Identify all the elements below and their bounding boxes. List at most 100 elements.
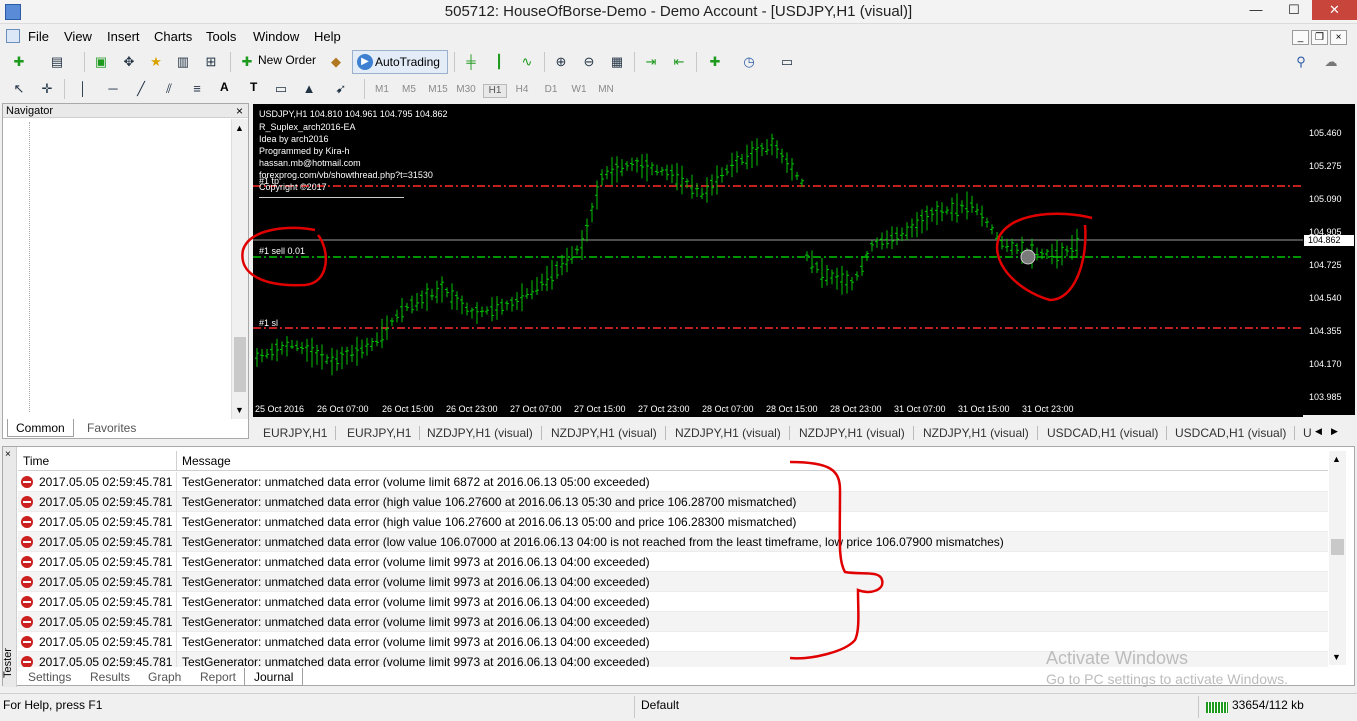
tf-m15[interactable]: M15 xyxy=(426,84,450,96)
tf-h1[interactable]: H1 xyxy=(483,84,507,98)
chart-tab[interactable]: NZDJPY,H1 (visual) xyxy=(799,426,914,440)
menu-view[interactable]: View xyxy=(64,29,92,44)
trendline-icon[interactable]: ╱ xyxy=(130,78,152,100)
chart-tab[interactable]: EURJPY,H1 xyxy=(347,426,421,440)
tab-report[interactable]: Report xyxy=(191,668,245,686)
tf-m5[interactable]: M5 xyxy=(397,84,421,96)
chart-tab[interactable]: NZDJPY,H1 (visual) xyxy=(427,426,542,440)
new-chart-icon[interactable]: ✚ xyxy=(8,51,30,73)
equidistant-channel-icon[interactable]: ⫽ xyxy=(158,78,180,100)
menu-help[interactable]: Help xyxy=(314,29,341,44)
menu-window[interactable]: Window xyxy=(253,29,299,44)
chart-tab[interactable]: NZDJPY,H1 (visual) xyxy=(551,426,666,440)
tf-m30[interactable]: M30 xyxy=(454,84,478,96)
tab-settings[interactable]: Settings xyxy=(19,668,80,686)
autotrading-label: AutoTrading xyxy=(375,55,440,69)
bar-chart-icon[interactable]: ╪ xyxy=(460,51,482,73)
tf-m1[interactable]: M1 xyxy=(370,84,394,96)
journal-row[interactable]: 2017.05.05 02:59:45.781 TestGenerator: un… xyxy=(18,512,1328,532)
chart-tab[interactable]: NZDJPY,H1 (visual) xyxy=(923,426,1038,440)
arrows-icon[interactable]: ▭ xyxy=(270,78,292,100)
journal-row[interactable]: 2017.05.05 02:59:45.781 TestGenerator: un… xyxy=(18,572,1328,592)
new-order-icon[interactable]: ✚ xyxy=(236,51,258,73)
line-chart-icon[interactable]: ∿ xyxy=(516,51,538,73)
journal-row[interactable]: 2017.05.05 02:59:45.781 TestGenerator: un… xyxy=(18,552,1328,572)
tab-journal[interactable]: Journal xyxy=(244,668,304,686)
tester-close-icon[interactable]: × xyxy=(5,449,11,460)
scroll-down-icon[interactable]: ▼ xyxy=(1332,652,1341,662)
strategy-tester-icon[interactable]: ⊞ xyxy=(200,51,222,73)
profiles-icon[interactable]: ▤ xyxy=(46,51,68,73)
price-tick: 104.540 xyxy=(1309,293,1342,303)
navigator-scrollbar[interactable]: ▲ ▼ xyxy=(231,119,248,419)
col-time[interactable]: Time xyxy=(23,454,49,468)
metaeditor-icon[interactable]: ◆ xyxy=(325,51,347,73)
zoom-in-icon[interactable]: ⊕ xyxy=(550,51,572,73)
tile-windows-icon[interactable]: ▦ xyxy=(606,51,628,73)
mdi-close-button[interactable]: × xyxy=(1330,30,1347,45)
journal-row[interactable]: 2017.05.05 02:59:45.781 TestGenerator: un… xyxy=(18,532,1328,552)
data-window-icon[interactable]: ✥ xyxy=(118,51,140,73)
scroll-thumb[interactable] xyxy=(1331,539,1344,555)
chart-tab[interactable]: EURJPY,H1 xyxy=(263,426,337,440)
auto-scroll-icon[interactable]: ⇥ xyxy=(640,51,662,73)
templates-icon[interactable]: ▭ xyxy=(776,51,798,73)
mdi-minimize-button[interactable]: _ xyxy=(1292,30,1309,45)
tab-scroll-right-icon[interactable]: ▶ xyxy=(1331,426,1338,437)
cursor-icon[interactable]: ↖ xyxy=(8,78,30,100)
scroll-up-icon[interactable]: ▲ xyxy=(1332,454,1341,464)
chat-icon[interactable]: ☁ xyxy=(1320,51,1342,73)
tf-mn[interactable]: MN xyxy=(594,84,618,96)
journal-row[interactable]: 2017.05.05 02:59:45.781 TestGenerator: un… xyxy=(18,612,1328,632)
col-message[interactable]: Message xyxy=(182,454,231,468)
chart-shift-icon[interactable]: ⇤ xyxy=(668,51,690,73)
market-watch-icon[interactable]: ▣ xyxy=(90,51,112,73)
navigator-close-icon[interactable]: × xyxy=(236,104,243,118)
candlestick-icon[interactable]: ┃ xyxy=(488,51,510,73)
tf-h4[interactable]: H4 xyxy=(510,84,534,96)
scroll-down-icon[interactable]: ▼ xyxy=(235,405,244,415)
tab-favorites[interactable]: Favorites xyxy=(79,419,144,437)
indicators-icon[interactable]: ✚ xyxy=(704,51,726,73)
close-button[interactable]: ✕ xyxy=(1312,0,1357,20)
text-label-tool[interactable]: T xyxy=(250,76,257,98)
tab-common[interactable]: Common xyxy=(7,419,74,437)
tf-d1[interactable]: D1 xyxy=(539,84,563,96)
tf-w1[interactable]: W1 xyxy=(567,84,591,96)
minimize-button[interactable]: — xyxy=(1237,0,1275,20)
chart-tab[interactable]: USDCAD,H1 (visual) xyxy=(1047,426,1168,440)
chart-window-icon[interactable] xyxy=(6,29,20,43)
navigator-icon[interactable]: ★ xyxy=(145,51,167,73)
terminal-icon[interactable]: ▥ xyxy=(172,51,194,73)
shapes-icon[interactable]: ▲ xyxy=(298,78,320,100)
search-icon[interactable]: ⚲ xyxy=(1290,51,1312,73)
journal-row[interactable]: 2017.05.05 02:59:45.781 TestGenerator: un… xyxy=(18,492,1328,512)
journal-row[interactable]: 2017.05.05 02:59:45.781 TestGenerator: un… xyxy=(18,472,1328,492)
mdi-restore-button[interactable]: ❐ xyxy=(1311,30,1328,45)
text-tool[interactable]: A xyxy=(220,76,229,98)
journal-scrollbar[interactable]: ▲ ▼ xyxy=(1329,451,1346,665)
maximize-button[interactable]: ☐ xyxy=(1275,0,1313,20)
vertical-line-icon[interactable]: │ xyxy=(72,78,94,100)
tab-graph[interactable]: Graph xyxy=(139,668,190,686)
tab-results[interactable]: Results xyxy=(81,668,139,686)
menu-file[interactable]: File xyxy=(28,29,49,44)
menu-charts[interactable]: Charts xyxy=(154,29,192,44)
menu-insert[interactable]: Insert xyxy=(107,29,140,44)
chart-area[interactable]: USDJPY,H1 104.810 104.961 104.795 104.86… xyxy=(253,104,1303,415)
fibonacci-icon[interactable]: ≡ xyxy=(186,78,208,100)
horizontal-line-icon[interactable]: ─ xyxy=(102,78,124,100)
zoom-out-icon[interactable]: ⊖ xyxy=(578,51,600,73)
crosshair-icon[interactable]: ✛ xyxy=(36,78,58,100)
scroll-up-icon[interactable]: ▲ xyxy=(235,123,244,133)
autotrading-button[interactable]: ▶ AutoTrading xyxy=(352,50,448,74)
menu-tools[interactable]: Tools xyxy=(206,29,236,44)
journal-row[interactable]: 2017.05.05 02:59:45.781 TestGenerator: un… xyxy=(18,592,1328,612)
scroll-thumb[interactable] xyxy=(234,337,246,392)
chart-tab[interactable]: NZDJPY,H1 (visual) xyxy=(675,426,790,440)
new-order-button[interactable]: New Order xyxy=(258,49,316,71)
periods-icon[interactable]: ◷ xyxy=(738,51,760,73)
chart-tab[interactable]: USDCAD,H1 (visual) xyxy=(1175,426,1296,440)
more-tools-icon[interactable]: ➹ xyxy=(330,78,352,100)
tab-scroll-left-icon[interactable]: ◀ xyxy=(1315,426,1322,437)
